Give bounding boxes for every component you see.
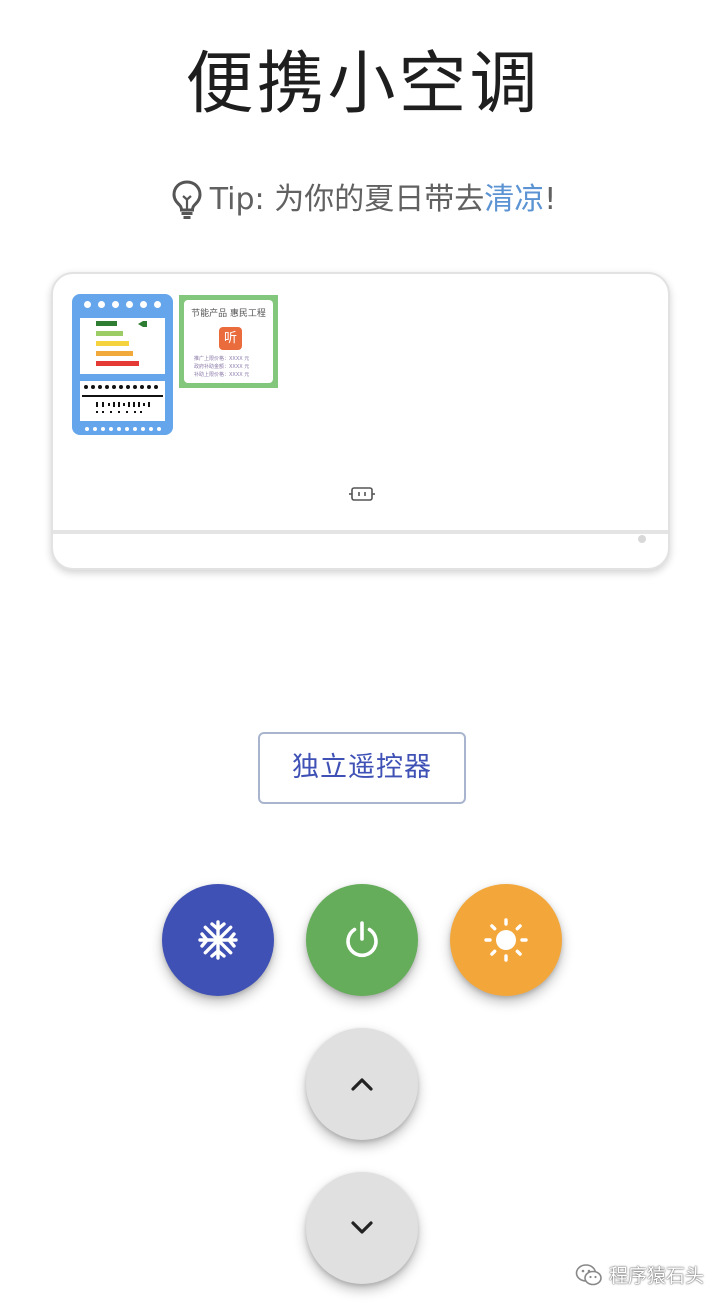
chevron-up-icon xyxy=(351,1078,373,1091)
label-dots xyxy=(72,301,173,308)
page-title: 便携小空调 xyxy=(185,45,541,124)
wechat-icon xyxy=(575,1263,602,1285)
heat-mode-button[interactable] xyxy=(450,884,562,996)
energy-grade-chart xyxy=(80,318,165,374)
subsidy-logo: 听 xyxy=(219,327,242,350)
tip-suffix: ! xyxy=(544,182,557,217)
subsidy-label: 节能产品 惠民工程 听 推广上限价格：XXXX 元 政府补助金额：XXXX 元 … xyxy=(179,295,278,388)
ac-status-icon xyxy=(349,487,375,501)
ac-vent-line xyxy=(53,530,668,534)
grade-bar-3 xyxy=(96,341,129,346)
temperature-up-button[interactable] xyxy=(306,1028,418,1140)
label-dots-bottom xyxy=(72,427,173,431)
grade-bar-4 xyxy=(96,351,133,356)
cool-mode-button[interactable] xyxy=(162,884,274,996)
subsidy-label-card: 节能产品 惠民工程 听 推广上限价格：XXXX 元 政府补助金额：XXXX 元 … xyxy=(184,300,273,383)
temperature-down-button[interactable] xyxy=(306,1172,418,1284)
label-code-box xyxy=(80,381,165,421)
air-conditioner-unit: 节能产品 惠民工程 听 推广上限价格：XXXX 元 政府补助金额：XXXX 元 … xyxy=(51,272,670,570)
power-button[interactable] xyxy=(306,884,418,996)
watermark-text: 程序猿石头 xyxy=(608,1265,704,1287)
grade-pointer-tail xyxy=(143,321,147,327)
barcode-graphic xyxy=(82,385,163,413)
power-icon xyxy=(346,921,378,958)
tip-highlight: 清凉 xyxy=(484,182,545,217)
snowflake-icon xyxy=(198,920,238,960)
lightbulb-icon xyxy=(172,180,202,219)
fine-line-2: 政府补助金额：XXXX 元 xyxy=(194,364,250,370)
grade-bar-1 xyxy=(96,321,117,326)
ac-indicator-light xyxy=(638,535,646,543)
subsidy-header: 节能产品 惠民工程 xyxy=(191,309,266,319)
grade-bar-5 xyxy=(96,361,139,366)
fine-line-1: 推广上限价格：XXXX 元 xyxy=(194,356,250,362)
tip-line: Tip: 为你的夏日带去 清凉! xyxy=(0,178,726,222)
tip-prefix: Tip: 为你的夏日带去 xyxy=(209,182,485,217)
energy-efficiency-label xyxy=(72,294,173,435)
subsidy-fine-print: 推广上限价格：XXXX 元 政府补助金额：XXXX 元 补助上限价格：XXXX … xyxy=(194,355,269,379)
sun-icon xyxy=(484,918,528,962)
fine-line-3: 补助上限价格：XXXX 元 xyxy=(194,372,250,378)
watermark: 程序猿石头 xyxy=(575,1261,704,1288)
standalone-remote-button[interactable]: 独立遥控器 xyxy=(258,732,466,804)
chevron-down-icon xyxy=(351,1221,373,1234)
grade-bar-2 xyxy=(96,331,123,336)
